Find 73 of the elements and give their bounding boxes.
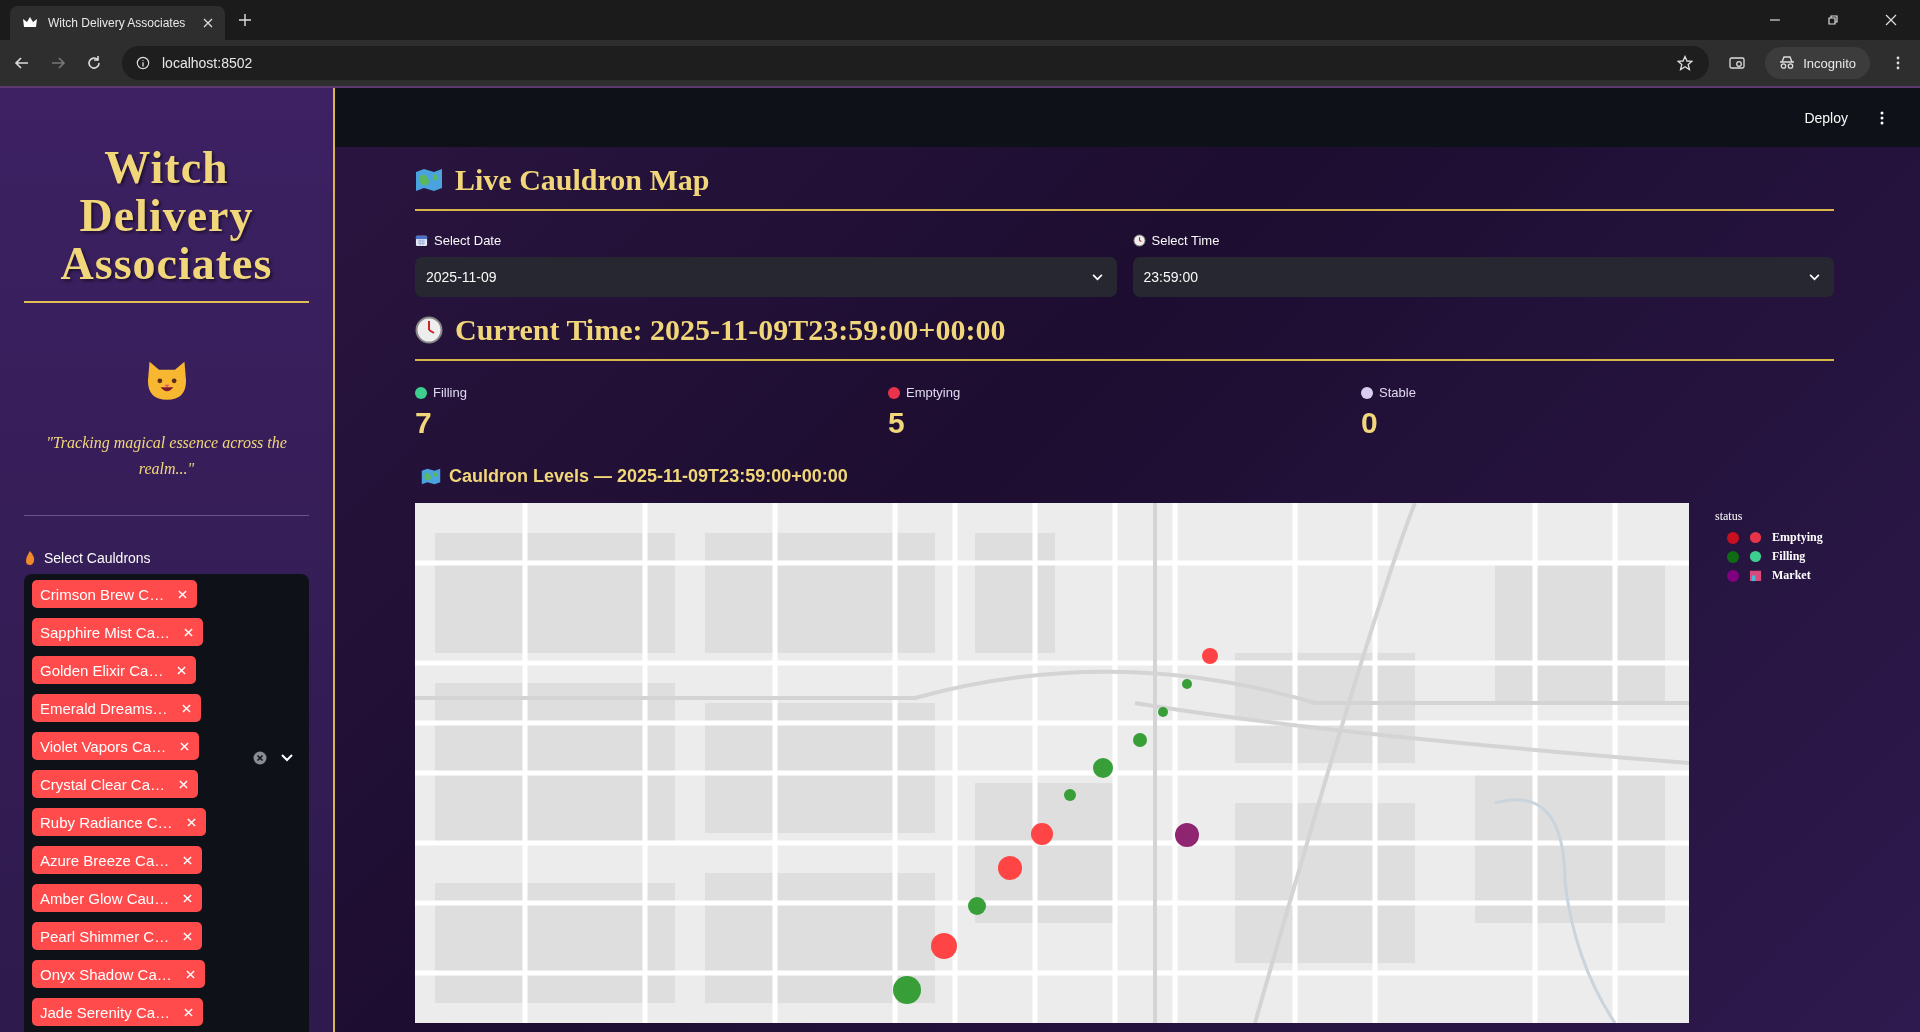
legend-title: status	[1715, 509, 1744, 524]
remove-icon[interactable]	[183, 893, 193, 903]
date-select[interactable]: 2025-11-09	[415, 257, 1117, 297]
remove-icon[interactable]	[185, 969, 195, 979]
info-icon[interactable]	[136, 56, 150, 70]
chevron-down-icon	[1091, 273, 1103, 281]
selected-tag[interactable]: Amber Glow Cau…	[32, 884, 203, 912]
app-title: Witch Delivery Associates	[59, 144, 274, 288]
tab-title: Witch Delivery Associates	[48, 16, 187, 30]
url-text: localhost:8502	[162, 55, 253, 71]
page-title: Live Cauldron Map	[455, 163, 710, 197]
selected-tag[interactable]: Pearl Shimmer C…	[32, 922, 203, 950]
metric-label: Filling	[433, 385, 467, 400]
selected-tag[interactable]: Golden Elixir Ca…	[32, 656, 197, 684]
metric-label: Stable	[1379, 385, 1416, 400]
legend-label: Market	[1772, 568, 1811, 583]
incognito-icon	[1779, 55, 1796, 71]
calendar-icon	[415, 234, 428, 247]
field-label: Select Time	[1151, 233, 1220, 248]
remove-icon[interactable]	[177, 665, 187, 675]
more-icon[interactable]	[1880, 110, 1884, 125]
forward-icon[interactable]	[50, 55, 66, 71]
back-icon[interactable]	[14, 55, 30, 71]
reload-icon[interactable]	[86, 55, 102, 71]
new-tab-icon[interactable]	[239, 14, 251, 26]
close-icon[interactable]	[203, 18, 213, 28]
incognito-button[interactable]: Incognito	[1765, 47, 1870, 79]
selected-tag[interactable]: Crimson Brew C…	[32, 580, 198, 608]
star-icon[interactable]	[1677, 55, 1694, 71]
deploy-button[interactable]: Deploy	[1798, 105, 1854, 130]
metric-value: 7	[415, 406, 433, 440]
metric-label: Emptying	[906, 385, 961, 400]
time-select[interactable]: 23:59:00	[1132, 257, 1834, 297]
selected-tag[interactable]: Crystal Clear Ca…	[32, 770, 199, 798]
selected-tag[interactable]: Ruby Radiance C…	[32, 808, 206, 836]
tab-search-icon[interactable]	[1729, 55, 1746, 71]
clear-icon[interactable]	[253, 751, 267, 765]
clock-icon	[1132, 234, 1146, 247]
selected-tag[interactable]: Onyx Shadow Ca…	[32, 960, 205, 988]
selected-tag[interactable]: Emerald Dreams…	[32, 694, 201, 722]
remove-icon[interactable]	[183, 855, 193, 865]
selected-tag[interactable]: Jade Serenity Ca…	[32, 998, 204, 1026]
restore-icon[interactable]	[1827, 14, 1839, 26]
metric-value: 0	[1361, 406, 1379, 440]
clock-icon	[415, 316, 443, 344]
remove-icon[interactable]	[184, 1007, 194, 1017]
map-icon	[415, 168, 443, 192]
current-time-heading: Current Time: 2025-11-09T23:59:00+00:00	[455, 313, 1006, 347]
remove-icon[interactable]	[184, 627, 194, 637]
remove-icon[interactable]	[181, 703, 191, 713]
selected-tag[interactable]: Sapphire Mist Ca…	[32, 618, 204, 646]
chevron-down-icon	[1809, 273, 1820, 281]
remove-icon[interactable]	[186, 817, 196, 827]
multiselect-field[interactable]	[24, 574, 309, 1032]
map-icon	[421, 468, 441, 485]
remove-icon[interactable]	[183, 931, 193, 941]
selected-tag[interactable]: Violet Vapors Ca…	[32, 732, 200, 760]
legend-label: Filling	[1772, 549, 1806, 564]
tagline: "Tracking magical essence across the realm..."	[45, 433, 288, 480]
address-bar[interactable]: localhost:8502	[122, 46, 1710, 80]
chart-title: Cauldron Levels — 2025-11-09T23:59:00+00:00	[449, 466, 848, 487]
field-label: Select Cauldrons	[44, 550, 151, 566]
metric-value: 5	[888, 406, 906, 440]
legend-label: Emptying	[1772, 530, 1823, 545]
close-icon[interactable]	[1885, 14, 1897, 26]
selected-tag[interactable]: Azure Breeze Ca…	[32, 846, 203, 874]
flame-icon	[24, 550, 36, 566]
remove-icon[interactable]	[179, 779, 189, 789]
remove-icon[interactable]	[180, 741, 190, 751]
browser-tab[interactable]: Witch Delivery Associates	[10, 6, 225, 40]
chevron-down-icon[interactable]	[281, 754, 293, 762]
remove-icon[interactable]	[178, 589, 188, 599]
field-label: Select Date	[434, 233, 502, 248]
